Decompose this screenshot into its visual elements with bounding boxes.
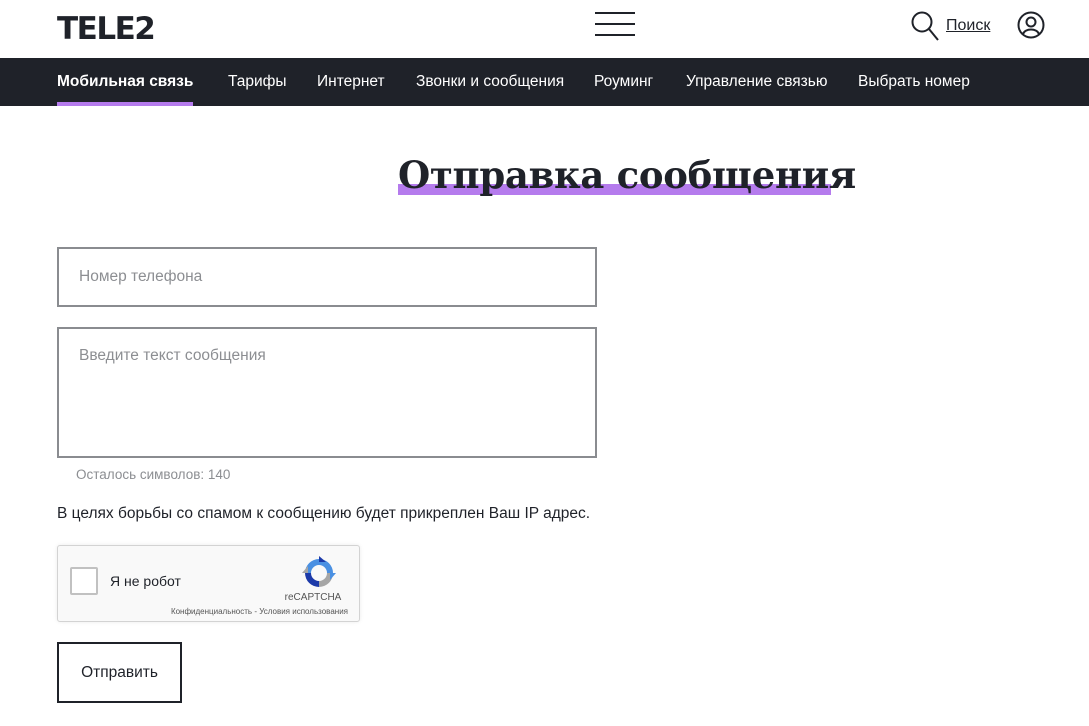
user-circle-icon[interactable] [1017, 11, 1045, 39]
page-title: Отправка сообщения [398, 153, 856, 197]
recaptcha-logo-icon [302, 556, 336, 590]
tele2-logo[interactable]: TELE2 [57, 10, 156, 48]
nav-item-mobile[interactable]: Мобильная связь [57, 58, 194, 106]
spam-notice: В целях борьбы со спамом к сообщению буд… [57, 505, 591, 522]
recaptcha-privacy-link[interactable]: Конфиденциальность [171, 607, 252, 616]
hamburger-menu-icon[interactable] [595, 12, 635, 38]
submit-button[interactable]: Отправить [57, 642, 182, 703]
phone-number-input[interactable] [57, 247, 597, 307]
search-icon [911, 11, 939, 41]
recaptcha-terms-link[interactable]: Условия использования [259, 607, 348, 616]
message-text-input[interactable] [57, 327, 597, 458]
nav-item-internet[interactable]: Интернет [317, 58, 385, 106]
recaptcha-links: Конфиденциальность - Условия использован… [158, 607, 348, 616]
characters-remaining-counter: Осталось символов: 140 [76, 467, 231, 482]
nav-item-calls-messages[interactable]: Звонки и сообщения [416, 58, 564, 106]
recaptcha-widget: Я не робот reCAPTCHA Конфиденциальность … [57, 545, 360, 622]
nav-item-roaming[interactable]: Роуминг [594, 58, 653, 106]
search-label[interactable]: Поиск [946, 17, 990, 35]
nav-item-service-management[interactable]: Управление связью [686, 58, 827, 106]
search-button[interactable]: Поиск [910, 10, 990, 42]
nav-item-choose-number[interactable]: Выбрать номер [858, 58, 970, 106]
recaptcha-checkbox[interactable] [70, 567, 98, 595]
main-nav: Мобильная связь Тарифы Интернет Звонки и… [0, 58, 1089, 106]
top-header: TELE2 Поиск [0, 0, 1089, 58]
nav-item-tariffs[interactable]: Тарифы [228, 58, 287, 106]
recaptcha-label: Я не робот [110, 573, 181, 589]
recaptcha-brand: reCAPTCHA [284, 592, 342, 603]
